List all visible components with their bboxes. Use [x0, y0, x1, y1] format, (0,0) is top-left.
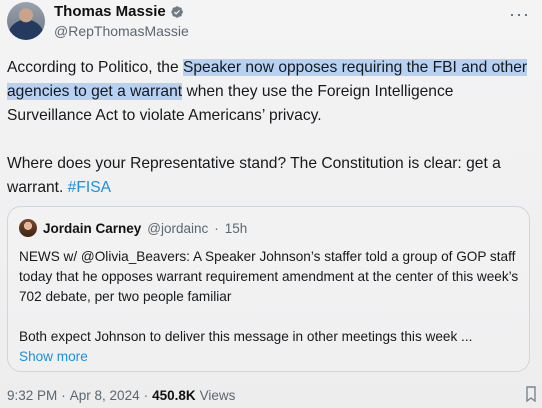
avatar[interactable] — [7, 2, 45, 40]
quoted-tweet-header: Jordain Carney @jordainc · 15h — [19, 219, 247, 237]
quoted-time: 15h — [224, 220, 248, 236]
tweet-date[interactable]: Apr 8, 2024 — [70, 388, 140, 403]
quoted-tweet-body: NEWS w/ @Olivia_Beavers: A Speaker Johns… — [19, 247, 521, 367]
tweet-text: According to Politico, the Speaker now o… — [7, 56, 537, 200]
more-icon[interactable]: ··· — [509, 4, 530, 25]
quoted-tweet[interactable]: Jordain Carney @jordainc · 15h NEWS w/ @… — [7, 206, 530, 372]
bookmark-icon[interactable] — [524, 386, 538, 402]
tweet-screenshot: ··· Thomas Massie @RepThomasMassie Accor… — [0, 0, 542, 408]
author-name-row: Thomas Massie — [54, 3, 189, 20]
verified-badge-icon — [170, 5, 183, 18]
quoted-handle: @jordainc — [147, 220, 209, 236]
tweet-text-start: According to Politico, the — [7, 59, 183, 76]
quoted-paragraph-2: Both expect Johnson to deliver this mess… — [19, 329, 473, 344]
views-label: Views — [199, 388, 236, 403]
author-handle[interactable]: @RepThomasMassie — [54, 23, 189, 39]
tweet-paragraph-1: According to Politico, the Speaker now o… — [7, 56, 537, 128]
quoted-paragraph-1: NEWS w/ @Olivia_Beavers: A Speaker Johns… — [19, 249, 519, 304]
tweet-header: Thomas Massie @RepThomasMassie — [7, 2, 189, 40]
tweet-footer: 9:32 PM · Apr 8, 2024 · 450.8K Views — [7, 388, 235, 403]
footer-separator-2: · — [143, 388, 149, 403]
hashtag-link[interactable]: #FISA — [68, 179, 111, 196]
author-display-name[interactable]: Thomas Massie — [54, 3, 166, 20]
tweet-time[interactable]: 9:32 PM — [7, 388, 57, 403]
tweet-paragraph-2: Where does your Representative stand? Th… — [7, 152, 537, 200]
footer-separator: · — [61, 388, 66, 403]
quoted-avatar — [19, 219, 37, 237]
show-more-link[interactable]: Show more — [19, 349, 88, 364]
quoted-paragraph-gap — [19, 307, 521, 327]
quoted-display-name: Jordain Carney — [43, 220, 142, 236]
views-count: 450.8K — [152, 388, 196, 403]
quoted-separator: · — [214, 220, 219, 236]
author-names: Thomas Massie @RepThomasMassie — [54, 3, 189, 39]
